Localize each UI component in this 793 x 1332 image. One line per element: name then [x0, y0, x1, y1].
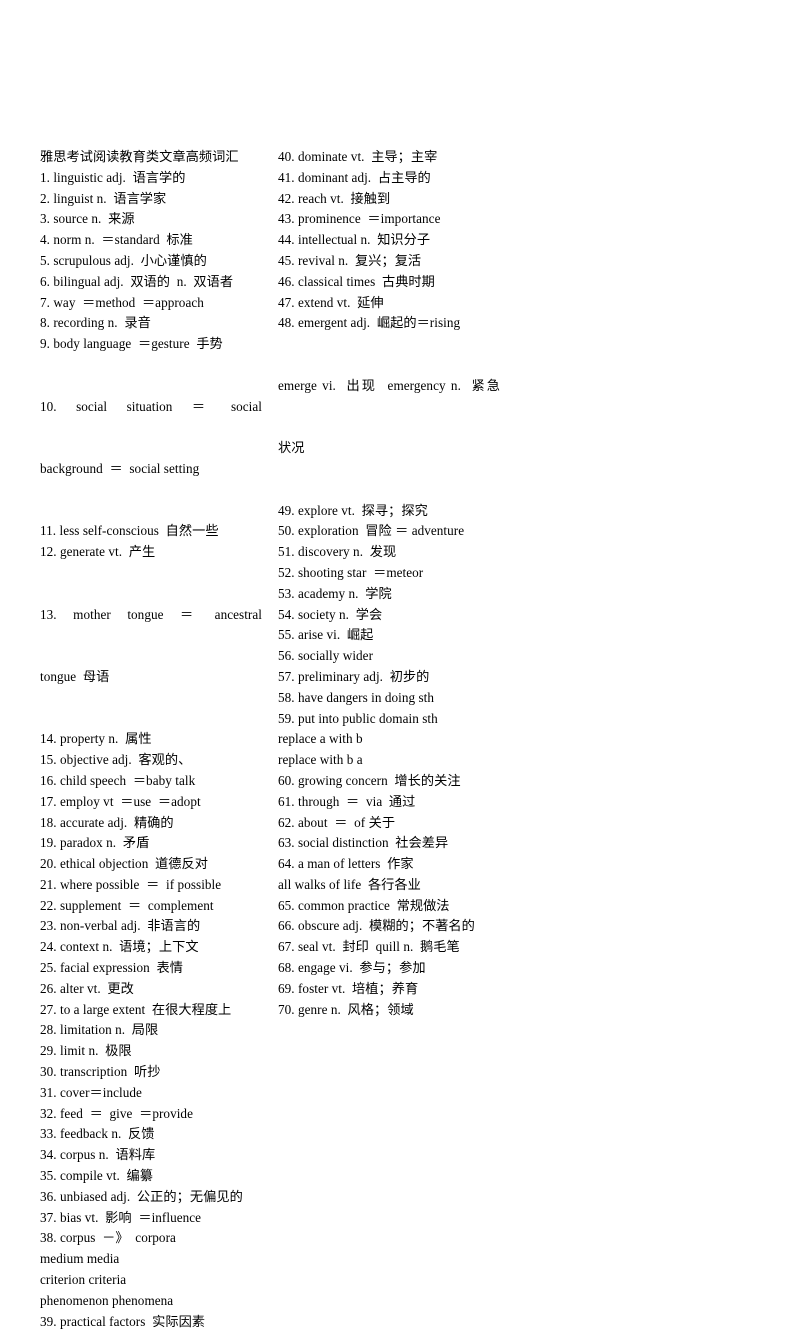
- vocab-entry-46: 46. classical times 古典时期: [278, 273, 435, 289]
- vocab-entry-31: 31. cover＝include: [40, 1084, 142, 1100]
- vocab-entry-11: 11. less self-conscious 自然一些: [40, 523, 219, 539]
- vocab-entry-19: 19. paradox n. 矛盾: [40, 835, 150, 851]
- vocab-entry-60: 60. growing concern 增长的关注: [278, 772, 461, 788]
- vocab-entry-10: 10. social situation ＝ social background…: [40, 355, 262, 521]
- plural-note-criterion: criterion criteria: [40, 1272, 127, 1288]
- vocab-entry-16: 16. child speech ＝baby talk: [40, 772, 196, 788]
- vocab-entry-12: 12. generate vt. 产生: [40, 544, 156, 560]
- vocab-entry-48: 48. emergent adj. 崛起的＝rising: [278, 315, 461, 331]
- vocab-entry-27: 27. to a large extent 在很大程度上: [40, 1001, 232, 1017]
- right-column: 40. dominate vt. 主导；主宰 41. dominant adj.…: [278, 147, 500, 1020]
- vocab-entry-43: 43. prominence ＝importance: [278, 211, 441, 227]
- vocab-entry-20: 20. ethical objection 道德反对: [40, 856, 208, 872]
- vocab-entry-21: 21. where possible ＝ if possible: [40, 876, 222, 892]
- vocab-entry-5: 5. scrupulous adj. 小心谨慎的: [40, 252, 207, 268]
- vocab-entry-13-row1: 13. mother tongue ＝ ancestral: [40, 606, 262, 622]
- vocab-entry-40: 40. dominate vt. 主导；主宰: [278, 149, 438, 164]
- vocab-entry-35: 35. compile vt. 编纂: [40, 1168, 154, 1184]
- vocab-entry-51: 51. discovery n. 发现: [278, 544, 397, 560]
- vocab-entry-29: 29. limit n. 极限: [40, 1043, 132, 1059]
- vocab-entry-45: 45. revival n. 复兴；复活: [278, 252, 422, 268]
- vocab-entry-emerge-row1: emerge vi. 出现 emergency n. 紧急: [278, 377, 500, 393]
- vocab-entry-56: 56. socially wider: [278, 648, 374, 664]
- vocab-entry-4: 4. norm n. ＝standard 标准: [40, 232, 193, 248]
- document-page: 雅思考试阅读教育类文章高频词汇 1. linguistic adj. 语言学的 …: [0, 0, 793, 1329]
- left-column: 雅思考试阅读教育类文章高频词汇 1. linguistic adj. 语言学的 …: [40, 147, 262, 1332]
- vocab-entry-57: 57. preliminary adj. 初步的: [278, 668, 430, 684]
- vocab-entry-emerge: emerge vi. 出现 emergency n. 紧急 状况: [278, 334, 500, 500]
- vocab-entry-18: 18. accurate adj. 精确的: [40, 814, 174, 830]
- vocab-entry-emerge-row2: 状况: [278, 440, 305, 456]
- vocab-entry-33: 33. feedback n. 反馈: [40, 1126, 155, 1142]
- vocab-entry-10-row2: background ＝ social setting: [40, 460, 200, 476]
- vocab-entry-1: 1. linguistic adj. 语言学的: [40, 169, 186, 185]
- vocab-entry-28: 28. limitation n. 局限: [40, 1022, 159, 1038]
- phrase-note-replace-a-with-b: replace a with b: [278, 731, 363, 747]
- vocab-entry-59: 59. put into public domain sth: [278, 710, 438, 726]
- vocab-entry-17: 17. employ vt ＝use ＝adopt: [40, 793, 201, 809]
- two-column-layout: 雅思考试阅读教育类文章高频词汇 1. linguistic adj. 语言学的 …: [40, 147, 510, 1332]
- vocab-entry-53: 53. academy n. 学院: [278, 585, 392, 601]
- vocab-entry-37: 37. bias vt. 影响 ＝influence: [40, 1209, 202, 1225]
- vocab-entry-61: 61. through ＝ via 通过: [278, 793, 416, 809]
- vocab-entry-22: 22. supplement ＝ complement: [40, 897, 214, 913]
- vocab-entry-50: 50. exploration 冒险 ＝ adventure: [278, 523, 465, 539]
- vocab-entry-44: 44. intellectual n. 知识分子: [278, 232, 431, 248]
- vocab-entry-30: 30. transcription 听抄: [40, 1064, 161, 1080]
- vocab-entry-13-row2: tongue 母语: [40, 668, 110, 684]
- vocab-entry-47: 47. extend vt. 延伸: [278, 294, 384, 310]
- vocab-entry-63: 63. social distinction 社会差异: [278, 835, 449, 851]
- vocab-entry-3: 3. source n. 来源: [40, 211, 135, 227]
- vocab-entry-52: 52. shooting star ＝meteor: [278, 564, 424, 580]
- vocab-entry-7: 7. way ＝method ＝approach: [40, 294, 204, 310]
- phrase-note-replace-with-b-a: replace with b a: [278, 752, 363, 768]
- vocab-entry-69: 69. foster vt. 培植；养育: [278, 980, 419, 996]
- vocab-entry-62: 62. about ＝ of 关于: [278, 814, 396, 830]
- plural-note-medium: medium media: [40, 1251, 120, 1267]
- vocab-entry-39: 39. practical factors 实际因素: [40, 1313, 206, 1329]
- vocab-entry-36: 36. unbiased adj. 公正的；无偏见的: [40, 1188, 243, 1204]
- page-title: 雅思考试阅读教育类文章高频词汇: [40, 149, 239, 164]
- vocab-entry-15: 15. objective adj. 客观的、: [40, 752, 192, 768]
- vocab-entry-14: 14. property n. 属性: [40, 731, 152, 747]
- vocab-entry-68: 68. engage vi. 参与；参加: [278, 960, 426, 976]
- vocab-entry-54: 54. society n. 学会: [278, 606, 383, 622]
- phrase-note-all-walks-of-life: all walks of life 各行各业: [278, 876, 421, 892]
- vocab-entry-65: 65. common practice 常规做法: [278, 897, 450, 913]
- vocab-entry-58: 58. have dangers in doing sth: [278, 689, 435, 705]
- vocab-entry-41: 41. dominant adj. 占主导的: [278, 169, 431, 185]
- vocab-entry-67: 67. seal vt. 封印 quill n. 鹅毛笔: [278, 939, 460, 955]
- vocab-entry-6: 6. bilingual adj. 双语的 n. 双语者: [40, 273, 234, 289]
- vocab-entry-49: 49. explore vt. 探寻；探究: [278, 502, 428, 518]
- vocab-entry-32: 32. feed ＝ give ＝provide: [40, 1105, 193, 1121]
- vocab-entry-2: 2. linguist n. 语言学家: [40, 190, 167, 206]
- vocab-entry-24: 24. context n. 语境；上下文: [40, 939, 199, 955]
- vocab-entry-26: 26. alter vt. 更改: [40, 980, 134, 996]
- vocab-entry-10-row1: 10. social situation ＝ social: [40, 398, 262, 414]
- vocab-entry-23: 23. non-verbal adj. 非语言的: [40, 918, 201, 934]
- plural-note-phenomenon: phenomenon phenomena: [40, 1292, 174, 1308]
- vocab-entry-66: 66. obscure adj. 模糊的；不著名的: [278, 918, 475, 934]
- vocab-entry-55: 55. arise vi. 崛起: [278, 627, 374, 643]
- vocab-entry-25: 25. facial expression 表情: [40, 960, 183, 976]
- vocab-entry-13: 13. mother tongue ＝ ancestral tongue 母语: [40, 563, 262, 729]
- vocab-entry-64: 64. a man of letters 作家: [278, 856, 414, 872]
- vocab-entry-70: 70. genre n. 风格；领域: [278, 1001, 414, 1017]
- vocab-entry-42: 42. reach vt. 接触到: [278, 190, 391, 206]
- vocab-entry-9: 9. body language ＝gesture 手势: [40, 336, 223, 352]
- vocab-entry-8: 8. recording n. 录音: [40, 315, 151, 331]
- vocab-entry-38: 38. corpus －》 corpora: [40, 1230, 176, 1246]
